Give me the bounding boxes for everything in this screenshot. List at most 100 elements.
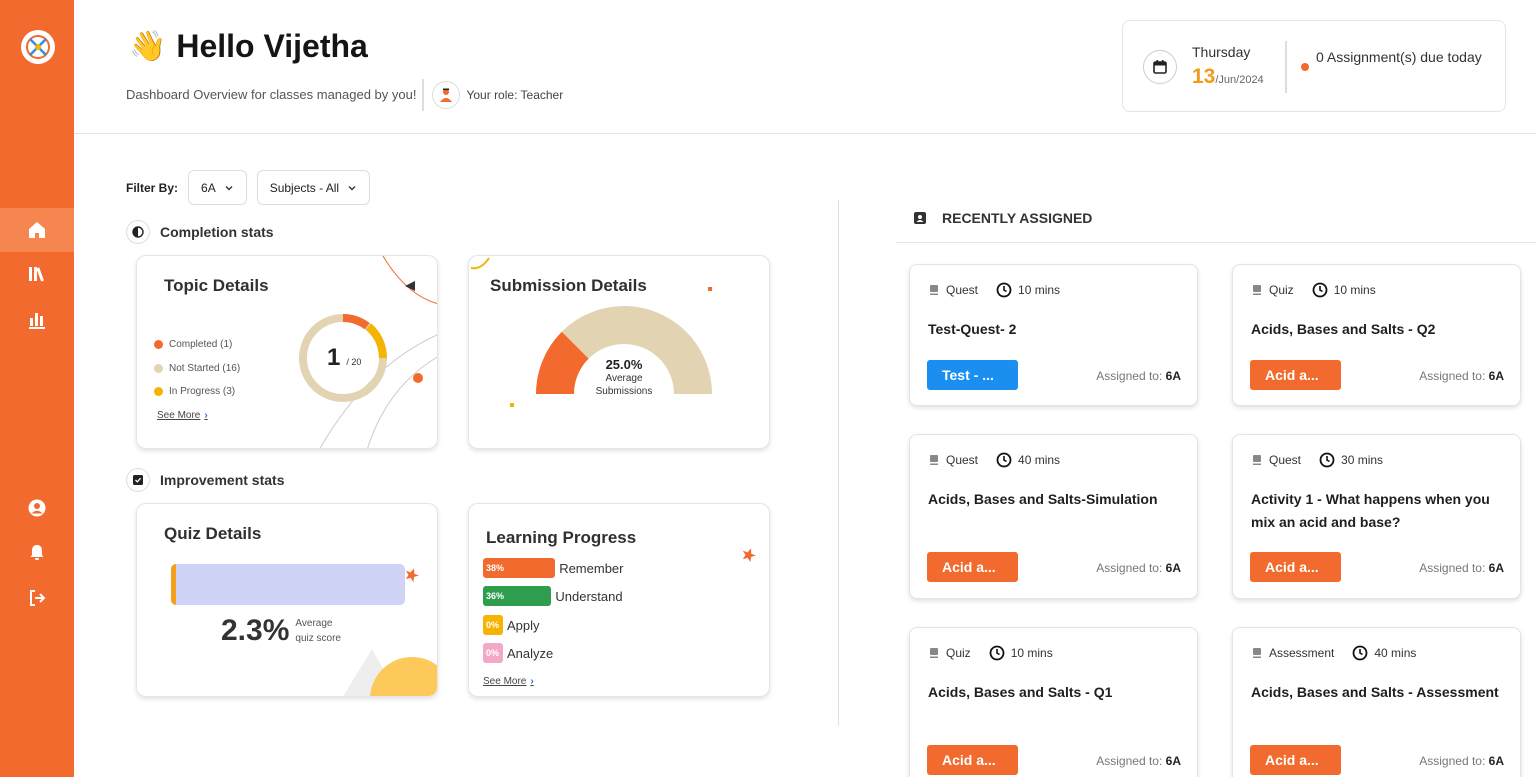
legend-label: Not Started (16) [169, 362, 241, 374]
checkbox-icon [126, 468, 150, 492]
assignment-meta: Assessment 40 mins [1251, 645, 1416, 661]
class-filter-dropdown[interactable]: 6A [188, 170, 247, 205]
section-title: Improvement stats [160, 472, 285, 488]
assignment-meta: Quest 30 mins [1251, 452, 1383, 468]
clock-icon [996, 452, 1012, 468]
sidebar-item-logout[interactable] [0, 576, 74, 620]
monitor-icon [930, 455, 938, 465]
month-year: /Jun/2024 [1215, 74, 1264, 86]
assignment-type: Quest [946, 453, 979, 467]
quiz-details-card: Quiz Details 2.3% Average quiz score [136, 503, 438, 697]
progress-bar: 0% [483, 643, 503, 663]
card-title: Quiz Details [164, 524, 262, 543]
assignment-open-button[interactable]: Acid a... [927, 745, 1018, 775]
legend-in-progress: In Progress (3) [154, 380, 240, 404]
quiz-score-fill [171, 564, 177, 605]
assignment-open-button[interactable]: Test - ... [927, 360, 1018, 390]
progress-label: Analyze [507, 645, 554, 661]
progress-bar: 38% [483, 558, 556, 578]
assignment-type: Quest [946, 283, 979, 297]
class-filter-value: 6A [201, 180, 216, 195]
gauge-center: 25.0% Average Submissions [574, 357, 674, 398]
assignment-title: Acids, Bases and Salts-Simulation [928, 491, 1158, 507]
legend-label: In Progress (3) [169, 386, 236, 398]
assignment-card[interactable]: Quest 10 mins Test-Quest- 2 Test - ... A… [909, 264, 1198, 406]
page-header: 👋 Hello Vijetha Dashboard Overview for c… [74, 0, 1536, 134]
topic-count: 1 / 20 [327, 344, 361, 372]
assignment-open-button[interactable]: Acid a... [1250, 360, 1341, 390]
sidebar-item-profile[interactable] [0, 486, 74, 530]
sidebar-item-library[interactable] [0, 252, 74, 296]
assigned-label: Assigned to: [1096, 369, 1163, 383]
assigned-label: Assigned to: [1096, 754, 1163, 768]
filter-bar: Filter By: 6A Subjects - All [126, 170, 371, 205]
section-title: Completion stats [160, 224, 274, 240]
assignment-card[interactable]: Quest 40 mins Acids, Bases and Salts-Sim… [909, 434, 1198, 599]
assignment-type: Quest [1269, 453, 1302, 467]
app-logo[interactable] [21, 30, 55, 64]
legend-not-started: Not Started (16) [154, 357, 240, 381]
legend-completed: Completed (1) [154, 333, 240, 357]
assignment-title: Activity 1 - What happens when you mix a… [1251, 491, 1490, 530]
assignment-open-button[interactable]: Acid a... [1250, 552, 1341, 582]
filter-label: Filter By: [126, 180, 179, 195]
assignment-meta: Quest 40 mins [928, 452, 1060, 468]
progress-row-analyze: 0% Analyze [483, 643, 553, 663]
assignment-type: Quiz [946, 646, 971, 660]
assigned-to: Assigned to: 6A [1419, 369, 1504, 383]
submission-details-card: Submission Details 25.0% Average Submiss… [468, 255, 770, 449]
subject-filter-dropdown[interactable]: Subjects - All [256, 170, 371, 205]
monitor-icon [930, 285, 938, 295]
divider [896, 242, 1536, 243]
assignment-title: Test-Quest- 2 [928, 321, 1017, 337]
monitor-icon [1253, 285, 1261, 295]
sidebar [0, 0, 74, 777]
see-more-label: See More [483, 676, 527, 687]
assignment-type: Assessment [1269, 646, 1335, 660]
see-more-label: See More [157, 409, 201, 421]
assignment-card[interactable]: Quest 30 mins Activity 1 - What happens … [1232, 434, 1521, 599]
assignment-card[interactable]: Quiz 10 mins Acids, Bases and Salts - Q2… [1232, 264, 1521, 406]
assignment-meta: Quiz 10 mins [1251, 282, 1376, 298]
assigned-class: 6A [1488, 754, 1504, 768]
assigned-class: 6A [1165, 369, 1181, 383]
assignment-open-button[interactable]: Acid a... [1250, 745, 1341, 775]
assigned-to: Assigned to: 6A [1419, 754, 1504, 768]
assigned-to: Assigned to: 6A [1096, 561, 1181, 575]
sidebar-item-notifications[interactable] [0, 530, 74, 574]
assignment-duration: 30 mins [1341, 453, 1384, 467]
card-title: Topic Details [164, 276, 269, 295]
card-title: Submission Details [490, 276, 647, 295]
learning-see-more-link[interactable]: See More › [483, 676, 534, 687]
progress-bar: 36% [483, 586, 552, 606]
assignment-meta: Quest 10 mins [928, 282, 1060, 298]
subject-filter-value: Subjects - All [269, 180, 340, 195]
page-title: Hello Vijetha [176, 28, 368, 64]
teacher-icon [432, 81, 461, 109]
assignment-duration: 10 mins [1010, 646, 1053, 660]
completion-stats-heading: Completion stats [126, 220, 274, 244]
topics-completed-value: 1 [327, 344, 341, 371]
topic-see-more-link[interactable]: See More › [157, 410, 208, 421]
clock-icon [1312, 282, 1328, 298]
progress-label: Understand [555, 588, 623, 604]
legend-label: Completed (1) [169, 339, 233, 351]
assignment-open-button[interactable]: Acid a... [927, 552, 1018, 582]
waving-hand-icon: 👋 [129, 29, 167, 63]
sidebar-item-reports[interactable] [0, 298, 74, 342]
assignment-card[interactable]: Assessment 40 mins Acids, Bases and Salt… [1232, 627, 1521, 777]
user-circle-icon [28, 499, 46, 517]
assignment-title: Acids, Bases and Salts - Q1 [928, 684, 1113, 700]
assignments-due-text: 0 Assignment(s) due today [1316, 49, 1482, 65]
sidebar-item-home[interactable] [0, 208, 74, 252]
progress-label: Remember [559, 560, 624, 576]
clock-icon [1319, 452, 1335, 468]
assigned-class: 6A [1165, 754, 1181, 768]
chevron-right-icon: › [530, 676, 534, 687]
column-divider [838, 200, 839, 726]
assignment-card[interactable]: Quiz 10 mins Acids, Bases and Salts - Q1… [909, 627, 1198, 777]
legend-swatch [154, 387, 163, 397]
clock-icon [996, 282, 1012, 298]
clock-icon [1352, 645, 1368, 661]
date-summary: Thursday 13 /Jun/2024 0 Assignment(s) du… [1122, 20, 1506, 112]
